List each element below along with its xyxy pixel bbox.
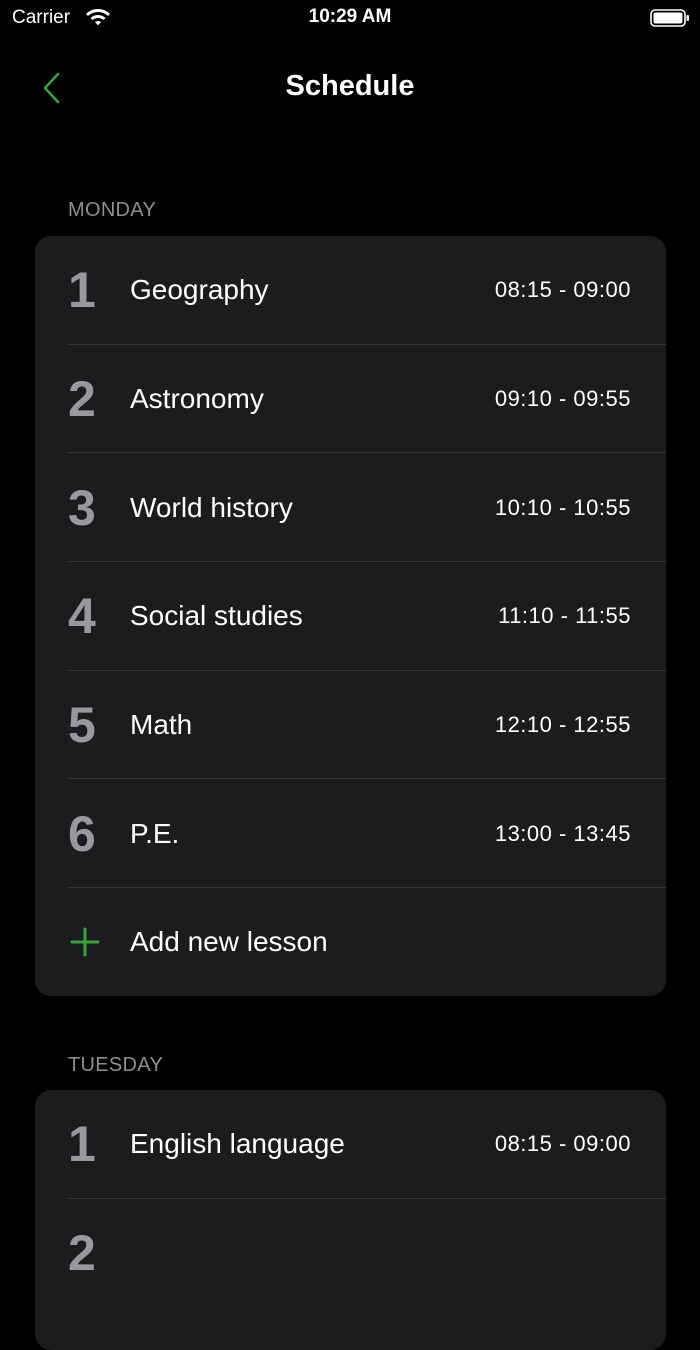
lesson-row[interactable]: 4 Social studies 11:10 - 11:55: [35, 562, 666, 671]
section-header-tuesday: TUESDAY: [68, 1054, 164, 1076]
monday-lessons-card: 1 Geography 08:15 - 09:00 2 Astronomy 09…: [35, 236, 666, 996]
lesson-time: 11:10 - 11:55: [498, 603, 631, 629]
add-lesson-label: Add new lesson: [130, 926, 328, 958]
tuesday-lessons-card: 1 English language 08:15 - 09:00 2: [35, 1090, 666, 1350]
status-bar: Carrier 10:29 AM: [0, 0, 700, 36]
lesson-number: 2: [68, 371, 96, 428]
status-time: 10:29 AM: [308, 6, 392, 27]
lesson-name: Social studies: [130, 600, 303, 632]
lesson-number: 4: [68, 588, 96, 645]
section-header-monday: MONDAY: [68, 199, 157, 221]
page-title: Schedule: [285, 70, 415, 102]
lesson-number: 5: [68, 697, 96, 754]
lesson-name: Math: [130, 709, 193, 741]
lesson-number: 1: [68, 262, 96, 319]
lesson-row[interactable]: 5 Math 12:10 - 12:55: [35, 671, 666, 780]
lesson-number: 2: [68, 1225, 96, 1282]
battery-full-icon: [650, 9, 689, 27]
lesson-row[interactable]: 6 P.E. 13:00 - 13:45: [35, 779, 666, 889]
add-lesson-button[interactable]: Add new lesson: [35, 888, 666, 996]
lesson-number: 1: [68, 1116, 96, 1173]
lesson-time: 08:15 - 09:00: [494, 1131, 631, 1157]
lesson-row[interactable]: 2 Astronomy 09:10 - 09:55: [35, 345, 666, 454]
lesson-time: 13:00 - 13:45: [494, 820, 631, 846]
lesson-row[interactable]: 1 English language 08:15 - 09:00: [35, 1090, 666, 1199]
lesson-name: Geography: [130, 274, 269, 306]
lesson-time: 12:10 - 12:55: [494, 712, 631, 738]
lesson-name: World history: [130, 491, 293, 523]
lesson-time: 08:15 - 09:00: [494, 277, 631, 303]
lesson-number: 6: [68, 805, 96, 862]
lesson-row[interactable]: 3 World history 10:10 - 10:55: [35, 453, 666, 563]
lesson-name: English language: [130, 1128, 345, 1160]
lesson-name: P.E.: [130, 817, 180, 849]
lesson-number: 3: [68, 479, 96, 536]
lesson-time: 10:10 - 10:55: [494, 494, 631, 520]
lesson-row[interactable]: 2: [35, 1199, 666, 1308]
lesson-row[interactable]: 1 Geography 08:15 - 09:00: [35, 236, 666, 345]
plus-icon: [70, 927, 100, 957]
lesson-name: Astronomy: [130, 383, 264, 415]
lesson-time: 09:10 - 09:55: [494, 386, 631, 412]
